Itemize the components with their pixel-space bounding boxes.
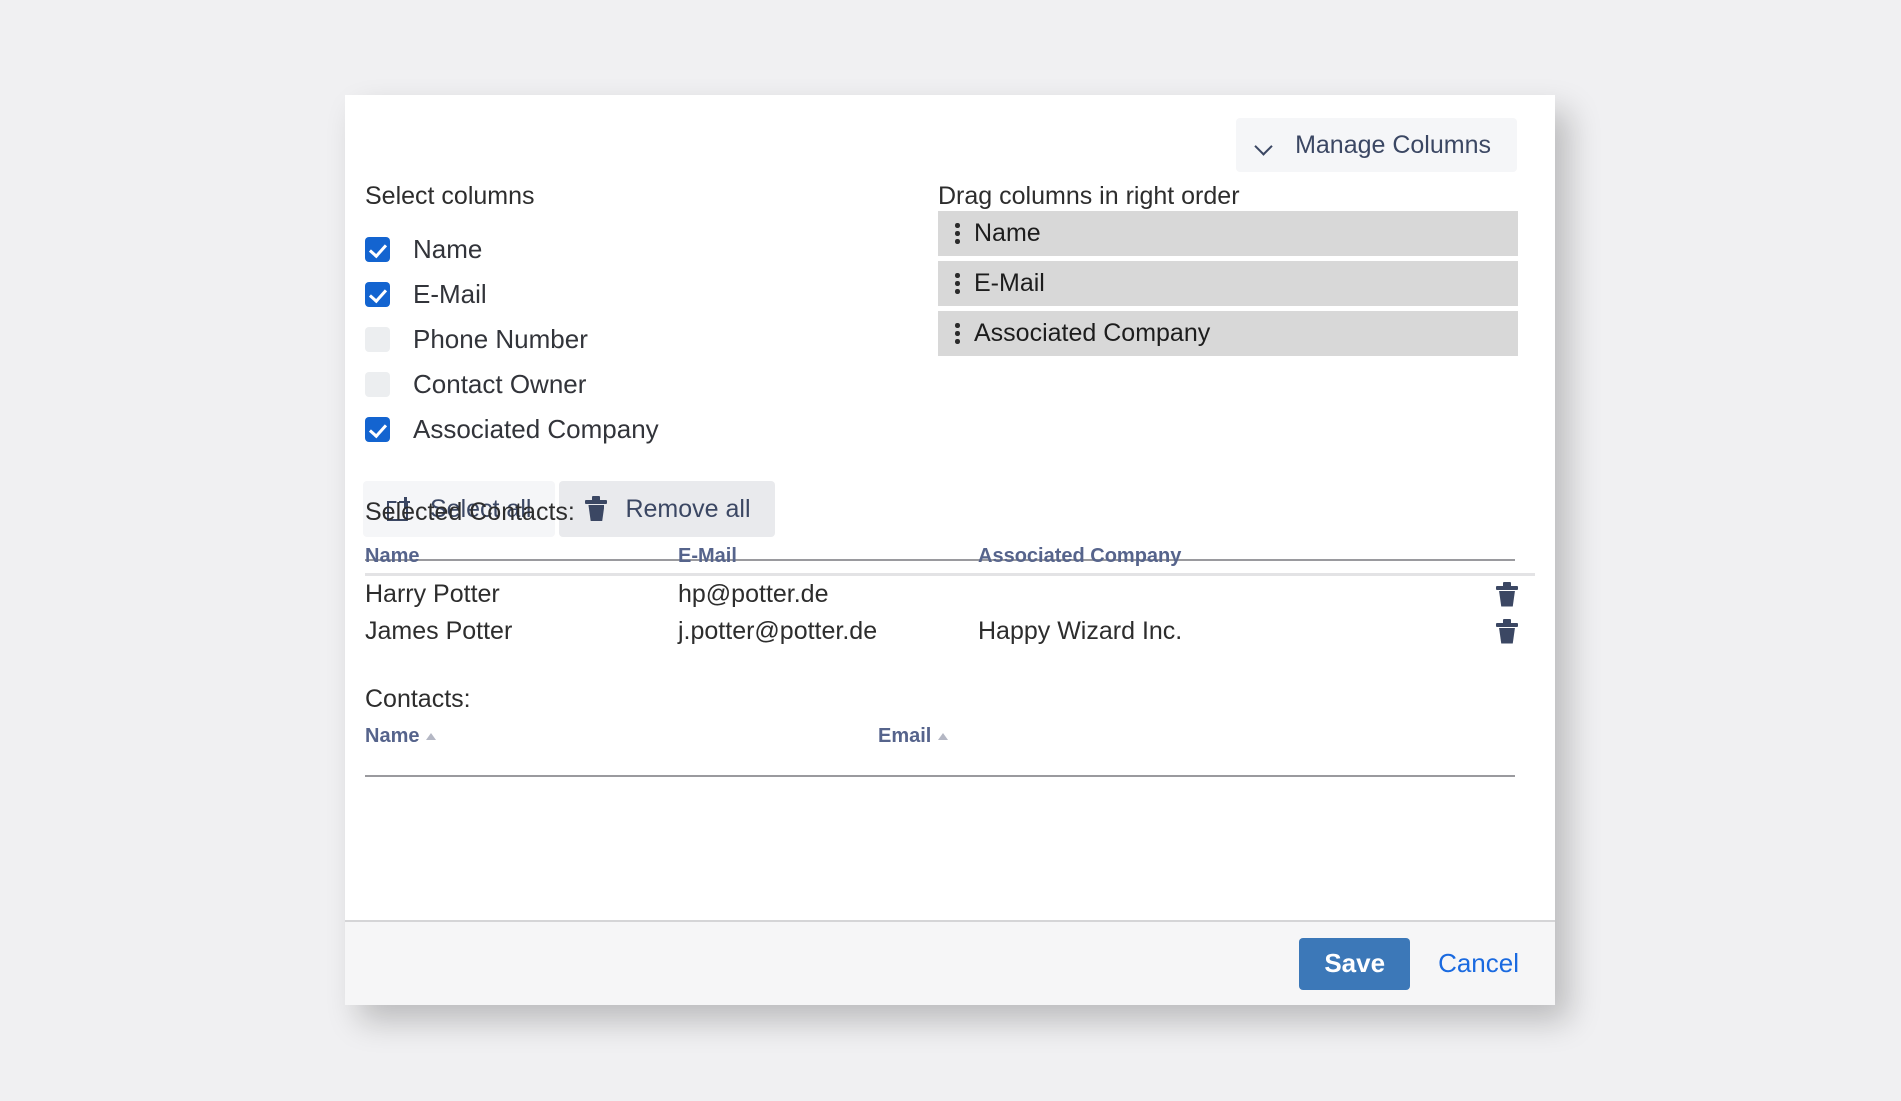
checkbox-label-associated-company: Associated Company — [413, 414, 659, 444]
divider-bottom — [365, 775, 1515, 777]
drag-handle-icon[interactable] — [955, 323, 961, 344]
drag-column-list: Name E-Mail Associated Company — [938, 211, 1518, 361]
checkbox-label-email: E-Mail — [413, 279, 487, 309]
checkbox-contact-owner[interactable] — [365, 372, 390, 397]
manage-columns-dialog: Manage Columns Select columns Drag colum… — [345, 95, 1555, 1005]
cell-email: hp@potter.de — [678, 580, 829, 608]
column-checkbox-list: Name E-Mail Phone Number Contact Owner A… — [365, 227, 885, 452]
contacts-column-header-email[interactable]: Email — [878, 725, 949, 748]
selected-contacts-title: Selected Contacts: — [365, 498, 575, 526]
dialog-body: Manage Columns Select columns Drag colum… — [345, 95, 1555, 920]
checkbox-name[interactable] — [365, 237, 390, 262]
cell-associated-company: Happy Wizard Inc. — [978, 617, 1183, 645]
checkbox-label-contact-owner: Contact Owner — [413, 369, 587, 399]
selected-contacts-table: Name E-Mail Associated Company Harry Pot… — [365, 538, 1535, 650]
trash-icon — [585, 496, 608, 522]
checkbox-email[interactable] — [365, 282, 390, 307]
checkbox-label-name: Name — [413, 234, 483, 264]
drag-row-label-associated-company: Associated Company — [974, 319, 1211, 347]
checkbox-row-name[interactable]: Name — [365, 227, 885, 272]
column-header-name: Name — [365, 545, 420, 567]
contacts-title: Contacts: — [365, 685, 471, 713]
column-header-associated-company: Associated Company — [978, 545, 1182, 567]
drag-row-label-email: E-Mail — [974, 269, 1045, 297]
drag-handle-icon[interactable] — [955, 273, 961, 294]
cell-actions — [1278, 581, 1535, 608]
table-row: James Potter j.potter@potter.de Happy Wi… — [365, 613, 1535, 650]
sort-ascending-icon — [938, 733, 949, 740]
checkbox-row-contact-owner[interactable]: Contact Owner — [365, 362, 885, 407]
save-button[interactable]: Save — [1299, 937, 1411, 990]
remove-all-label: Remove all — [625, 494, 751, 523]
drag-row-associated-company[interactable]: Associated Company — [938, 311, 1518, 356]
contacts-table: Name Email — [365, 725, 1535, 748]
dialog-footer: Save Cancel — [345, 920, 1555, 1005]
manage-columns-button[interactable]: Manage Columns — [1236, 118, 1517, 172]
remove-all-button[interactable]: Remove all — [559, 481, 775, 537]
cell-actions — [1278, 618, 1535, 645]
selected-contacts-header-row: Name E-Mail Associated Company — [365, 538, 1535, 576]
checkbox-label-phone-number: Phone Number — [413, 324, 588, 354]
checkbox-row-associated-company[interactable]: Associated Company — [365, 407, 885, 452]
cancel-button[interactable]: Cancel — [1430, 948, 1527, 979]
trash-icon[interactable] — [1496, 581, 1518, 608]
sort-ascending-icon — [426, 733, 437, 740]
trash-icon[interactable] — [1496, 618, 1518, 645]
cell-name: Harry Potter — [365, 580, 500, 608]
drag-row-name[interactable]: Name — [938, 211, 1518, 256]
select-columns-heading: Select columns — [365, 182, 535, 210]
cell-name: James Potter — [365, 617, 513, 645]
drag-handle-icon[interactable] — [955, 223, 961, 244]
contacts-column-header-name[interactable]: Name — [365, 725, 878, 748]
table-row: Harry Potter hp@potter.de — [365, 576, 1535, 613]
checkbox-row-phone-number[interactable]: Phone Number — [365, 317, 885, 362]
checkbox-phone-number[interactable] — [365, 327, 390, 352]
drag-columns-heading: Drag columns in right order — [938, 182, 1240, 210]
cell-email: j.potter@potter.de — [678, 617, 878, 645]
checkbox-row-email[interactable]: E-Mail — [365, 272, 885, 317]
chevron-down-icon — [1256, 140, 1273, 150]
contacts-header-row: Name Email — [365, 725, 1535, 748]
drag-row-label-name: Name — [974, 219, 1041, 247]
checkbox-associated-company[interactable] — [365, 417, 390, 442]
column-header-email: E-Mail — [678, 545, 737, 567]
manage-columns-label: Manage Columns — [1295, 130, 1491, 159]
drag-row-email[interactable]: E-Mail — [938, 261, 1518, 306]
